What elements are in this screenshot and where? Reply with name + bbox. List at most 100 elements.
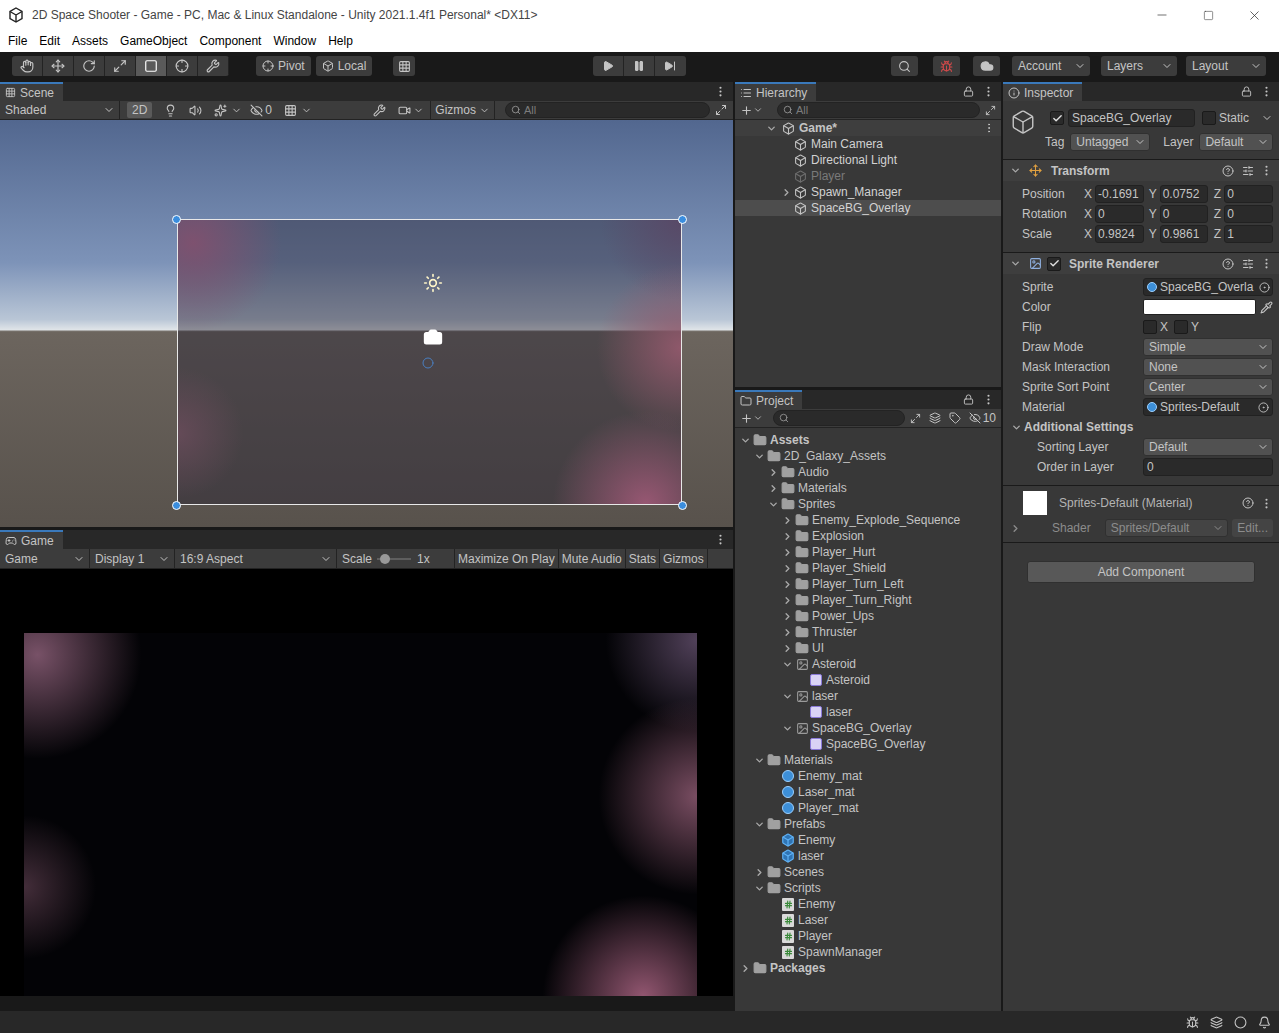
scene-tab[interactable]: Scene [0,82,63,101]
number-field[interactable]: 0 [1224,205,1273,223]
number-field[interactable]: 0 [1224,185,1273,203]
menu-item[interactable]: Component [193,32,267,50]
account-dropdown[interactable]: Account [1012,56,1090,76]
text-field[interactable]: 0 [1143,458,1273,476]
menu-item[interactable]: File [2,32,33,50]
transform-header[interactable]: Transform [1003,159,1279,181]
scene-search[interactable]: All [505,102,710,118]
project-item[interactable]: Prefabs [735,816,1001,832]
collapsed-arrow-icon[interactable] [782,531,793,542]
edit-shader-button[interactable]: Edit... [1232,519,1273,537]
resize-handle[interactable] [172,215,181,224]
progress-icon[interactable] [1234,1016,1247,1029]
tag-dropdown[interactable]: Untagged [1070,133,1150,151]
aspect-dropdown[interactable]: 16:9 Aspect [175,549,337,568]
project-item[interactable]: Player_Turn_Right [735,592,1001,608]
dropdown-field[interactable]: Default [1143,438,1273,456]
collapsed-arrow-icon[interactable] [781,187,792,198]
more-icon[interactable] [1260,497,1273,510]
grid-toggle-icon[interactable] [284,104,297,117]
resize-handle[interactable] [678,215,687,224]
tool-button[interactable] [167,56,198,76]
number-field[interactable]: 0.9824 [1095,225,1144,243]
dropdown-field[interactable]: Simple [1143,338,1273,356]
collapsed-arrow-icon[interactable] [1010,523,1021,534]
menu-item[interactable]: Window [267,32,322,50]
project-item[interactable]: Scenes [735,864,1001,880]
hierarchy-item[interactable]: Spawn_Manager [735,184,1001,200]
scene-view[interactable] [0,120,733,527]
collapsed-arrow-icon[interactable] [768,483,779,494]
project-item[interactable]: Player [735,928,1001,944]
inspector-tab[interactable]: Inspector [1003,82,1082,101]
chevron-down-icon[interactable] [413,105,424,116]
object-field[interactable]: Sprites-Default [1143,398,1273,416]
object-picker-icon[interactable] [1259,282,1270,293]
collapsed-arrow-icon[interactable] [782,547,793,558]
expanded-arrow-icon[interactable] [754,755,765,766]
more-icon[interactable] [1260,257,1273,270]
object-name-field[interactable]: SpaceBG_Overlay [1068,109,1195,127]
help-icon[interactable] [1242,497,1254,509]
tool-button[interactable] [136,56,167,76]
close-button[interactable] [1231,0,1277,30]
tool-button[interactable] [12,56,43,76]
lock-icon[interactable] [1241,86,1252,97]
project-item[interactable]: Enemy [735,832,1001,848]
2d-toggle[interactable]: 2D [127,102,152,118]
project-item[interactable]: Enemy_mat [735,768,1001,784]
expanded-arrow-icon[interactable] [1010,165,1021,176]
light-gizmo-icon[interactable] [423,273,443,293]
collapsed-arrow-icon[interactable] [782,563,793,574]
hierarchy-item[interactable]: SpaceBG_Overlay [735,200,1001,216]
expanded-arrow-icon[interactable] [768,499,779,510]
project-item[interactable]: laser [735,688,1001,704]
number-field[interactable]: 0 [1095,205,1144,223]
collapsed-arrow-icon[interactable] [782,515,793,526]
more-icon[interactable] [983,122,995,134]
project-item[interactable]: laser [735,848,1001,864]
collapsed-arrow-icon[interactable] [768,467,779,478]
project-item[interactable]: Player_mat [735,800,1001,816]
project-item[interactable]: Laser_mat [735,784,1001,800]
menu-item[interactable]: GameObject [114,32,193,50]
presets-icon[interactable] [1242,165,1254,177]
project-item[interactable]: Assets [735,432,1001,448]
pivot-gizmo-icon[interactable] [422,357,434,369]
hierarchy-item[interactable]: Directional Light [735,152,1001,168]
search-options-icon[interactable] [985,105,996,116]
object-field[interactable]: SpaceBG_Overla [1143,278,1273,296]
additional-settings-foldout[interactable]: Additional Settings [1003,417,1279,437]
collapsed-arrow-icon[interactable] [782,595,793,606]
project-item[interactable]: SpaceBG_Overlay [735,720,1001,736]
create-dropdown[interactable] [740,412,763,425]
filter-label-icon[interactable] [949,412,961,424]
expanded-arrow-icon[interactable] [782,723,793,734]
layout-dropdown[interactable]: Layout [1186,56,1266,76]
game-toggle-button[interactable]: Gizmos [660,549,708,568]
audio-toggle-icon[interactable] [189,104,202,117]
expanded-arrow-icon[interactable] [754,819,765,830]
scene-maximize-icon[interactable] [715,104,727,116]
project-item[interactable]: Power_Ups [735,608,1001,624]
minimize-button[interactable] [1139,0,1185,30]
project-item[interactable]: UI [735,640,1001,656]
scale-slider[interactable] [377,553,411,565]
collapsed-arrow-icon[interactable] [754,867,765,878]
number-field[interactable]: -0.1691 [1095,185,1144,203]
color-swatch[interactable] [1143,299,1256,315]
project-item[interactable]: Player_Turn_Left [735,576,1001,592]
expanded-arrow-icon[interactable] [1010,258,1021,269]
lighting-toggle-icon[interactable] [164,104,177,117]
tool-button[interactable] [74,56,105,76]
number-field[interactable]: 0.0752 [1160,185,1209,203]
expanded-arrow-icon[interactable] [754,451,765,462]
project-item[interactable]: Scripts [735,880,1001,896]
hierarchy-item[interactable]: Main Camera [735,136,1001,152]
chevron-down-icon[interactable] [1261,112,1273,124]
project-item[interactable]: Asteroid [735,672,1001,688]
project-item[interactable]: Asteroid [735,656,1001,672]
hidden-objects-toggle[interactable]: 0 [250,103,272,117]
project-item[interactable]: Materials [735,480,1001,496]
play-button[interactable] [593,56,624,76]
